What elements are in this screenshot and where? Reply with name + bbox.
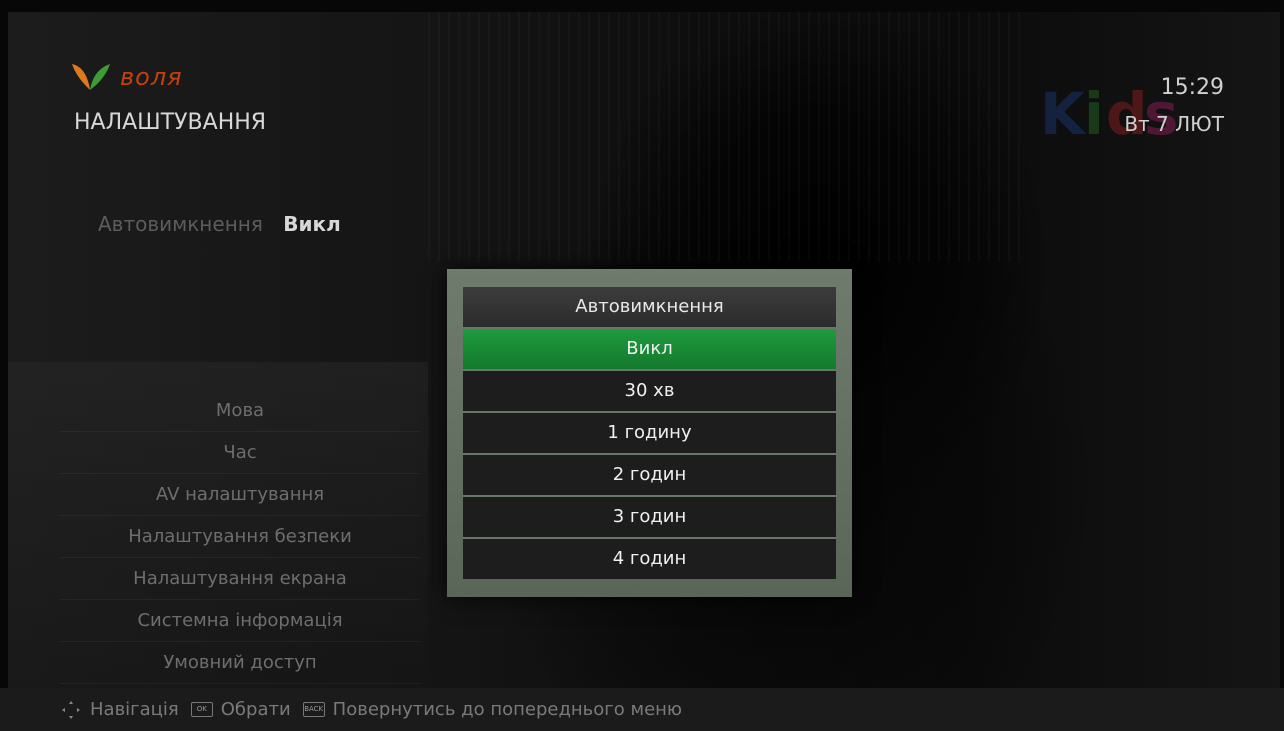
clock-time: 15:29 xyxy=(1160,75,1224,100)
menu-item-language[interactable]: Мова xyxy=(60,390,420,432)
ok-key-icon: OK xyxy=(190,702,213,717)
menu-item-conditional-access[interactable]: Умовний доступ xyxy=(60,642,420,684)
option-30-min[interactable]: 30 хв xyxy=(463,369,836,411)
menu-item-av-settings[interactable]: AV налаштування xyxy=(60,474,420,516)
svg-text:K: K xyxy=(1040,80,1087,144)
ok-hint-label: Обрати xyxy=(220,699,291,720)
option-off[interactable]: Викл xyxy=(463,327,836,369)
option-1-hour[interactable]: 1 годину xyxy=(463,411,836,453)
menu-item-screen-settings[interactable]: Налаштування екрана xyxy=(60,558,420,600)
svg-text:i: i xyxy=(1084,80,1104,144)
page-title: НАЛАШТУВАННЯ xyxy=(74,110,267,135)
brand-logo: воля xyxy=(68,62,183,92)
auto-off-dialog: Автовимкнення Викл 30 хв 1 годину 2 годи… xyxy=(447,269,852,597)
settings-menu: Мова Час AV налаштування Налаштування бе… xyxy=(60,390,420,684)
setting-value: Викл xyxy=(283,212,341,236)
option-3-hours[interactable]: 3 годин xyxy=(463,495,836,537)
brand-logo-icon xyxy=(72,64,110,90)
menu-item-time[interactable]: Час xyxy=(60,432,420,474)
dpad-icon xyxy=(62,700,80,719)
dialog-title: Автовимкнення xyxy=(463,287,836,327)
back-key-icon: BACK xyxy=(302,702,325,717)
back-hint-label: Повернутись до попереднього меню xyxy=(332,699,683,720)
footer-hints: Навігація OK Обрати BACK Повернутись до … xyxy=(0,688,1284,731)
setting-label: Автовимкнення xyxy=(98,212,263,236)
option-2-hours[interactable]: 2 годин xyxy=(463,453,836,495)
brand-name: воля xyxy=(120,63,183,91)
clock-date: Вт 7 ЛЮТ xyxy=(1124,112,1224,136)
nav-hint-label: Навігація xyxy=(90,699,179,720)
option-4-hours[interactable]: 4 годин xyxy=(463,537,836,579)
menu-item-system-info[interactable]: Системна інформація xyxy=(60,600,420,642)
current-setting: Автовимкнення Викл xyxy=(98,212,341,236)
menu-item-security-settings[interactable]: Налаштування безпеки xyxy=(60,516,420,558)
